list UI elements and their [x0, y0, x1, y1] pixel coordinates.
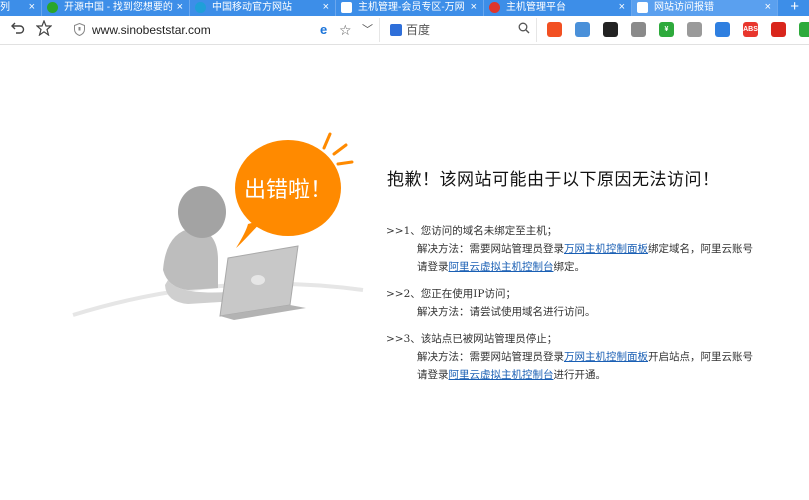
tab-close-icon[interactable]: × — [29, 0, 35, 15]
reason-heading: >>3、该站点已被网站管理员停止； — [386, 333, 558, 345]
error-page-favicon-icon — [637, 2, 648, 13]
reason-item-1: >>1、您访问的域名未绑定至主机； 解决方法：需要网站管理员登录万网主机控制面板… — [386, 222, 786, 276]
tab-close-icon[interactable]: × — [765, 0, 771, 15]
reason-heading: >>1、您访问的域名未绑定至主机； — [386, 225, 558, 237]
adblock-extension-icon[interactable]: ABS — [743, 22, 758, 37]
reason-item-3: >>3、该站点已被网站管理员停止； 解决方法：需要网站管理员登录万网主机控制面板… — [386, 330, 786, 384]
wanwang-control-panel-link[interactable]: 万网主机控制面板 — [564, 351, 648, 363]
tab-3[interactable]: 中国移动官方网站 × — [190, 0, 336, 16]
player-extension-icon[interactable] — [631, 22, 646, 37]
minus-circle-extension-icon[interactable] — [575, 22, 590, 37]
favorite-star-button[interactable] — [34, 19, 54, 40]
solution-text: 请登录 — [417, 369, 449, 381]
url-text[interactable]: www.sinobeststar.com — [92, 18, 211, 42]
solution-text: 开启站点，阿里云账号 — [648, 351, 753, 363]
oschina-favicon-icon — [47, 2, 58, 13]
baidu-paw-icon — [390, 24, 402, 36]
chevron-down-icon[interactable]: ﹀ — [362, 20, 373, 40]
solution-text: 解决方法：需要网站管理员登录 — [417, 243, 564, 255]
wanwang-control-panel-link[interactable]: 万网主机控制面板 — [564, 243, 648, 255]
tab-label: 开源中国 - 找到您想要的 — [64, 2, 173, 13]
search-box[interactable]: 百度 — [381, 18, 537, 42]
solution-text: 解决方法：需要网站管理员登录 — [417, 351, 564, 363]
security-shield-icon[interactable] — [74, 23, 85, 36]
tab-label: 网站访问报错 — [654, 2, 714, 13]
search-engine-label[interactable]: 百度 — [406, 18, 430, 42]
error-illustration: 出错啦！ — [72, 132, 364, 320]
bookmark-star-icon[interactable]: ☆ — [339, 20, 352, 40]
tab-1[interactable]: 列 × — [0, 0, 42, 16]
person-body — [163, 228, 218, 290]
solution-text: 绑定。 — [553, 261, 586, 273]
search-icon[interactable] — [518, 21, 530, 39]
tab-strip: 列 × 开源中国 - 找到您想要的 × 中国移动官方网站 × 主机管理-会员专区… — [0, 0, 809, 16]
tab-2[interactable]: 开源中国 - 找到您想要的 × — [42, 0, 190, 16]
tab-label: 主机管理平台 — [506, 2, 566, 13]
laptop-logo — [251, 275, 265, 285]
tab-label: 主机管理-会员专区-万网 — [358, 2, 465, 13]
reason-solution: 解决方法：请尝试使用域名进行访问。 — [386, 303, 786, 321]
flag-extension-icon[interactable] — [771, 22, 786, 37]
tab-6-active[interactable]: 网站访问报错 × — [632, 0, 778, 16]
person-head — [178, 186, 226, 238]
spark-line — [322, 132, 332, 150]
address-toolbar: www.sinobeststar.com e ☆ ﹀ 百度 ¥ ABS — [0, 16, 809, 45]
tab-close-icon[interactable]: × — [323, 0, 329, 15]
reason-item-2: >>2、您正在使用IP访问； 解决方法：请尝试使用域名进行访问。 — [386, 285, 786, 321]
spark-line — [336, 160, 354, 166]
triangle-extension-icon[interactable] — [687, 22, 702, 37]
tab-label: 中国移动官方网站 — [212, 2, 292, 13]
shield-extension-icon[interactable] — [715, 22, 730, 37]
spark-line — [332, 143, 348, 156]
yuan-extension-icon[interactable]: ¥ — [659, 22, 674, 37]
reason-solution: 解决方法：需要网站管理员登录万网主机控制面板开启站点，阿里云账号 请登录阿里云虚… — [386, 348, 786, 384]
china-mobile-favicon-icon — [195, 2, 206, 13]
aliyun-vhost-console-link[interactable]: 阿里云虚拟主机控制台 — [449, 261, 554, 273]
wanwang-favicon-icon — [341, 2, 352, 13]
tab-close-icon[interactable]: × — [177, 0, 183, 15]
solution-text: 解决方法：请尝试使用域名进行访问。 — [417, 306, 596, 318]
host-admin-favicon-icon — [489, 2, 500, 13]
tab-close-icon[interactable]: × — [471, 0, 477, 15]
solution-text: 绑定域名，阿里云账号 — [648, 243, 753, 255]
error-title: 抱歉！该网站可能由于以下原因无法访问！ — [387, 170, 720, 190]
ie-compat-mode-icon[interactable]: e — [320, 22, 327, 38]
tab-5[interactable]: 主机管理平台 × — [484, 0, 632, 16]
star-outline-icon — [35, 19, 53, 37]
reason-list: >>1、您访问的域名未绑定至主机； 解决方法：需要网站管理员登录万网主机控制面板… — [386, 222, 786, 393]
solution-text: 请登录 — [417, 261, 449, 273]
aliyun-vhost-console-link[interactable]: 阿里云虚拟主机控制台 — [449, 369, 554, 381]
undo-icon — [11, 22, 25, 34]
reason-solution: 解决方法：需要网站管理员登录万网主机控制面板绑定域名，阿里云账号 请登录阿里云虚… — [386, 240, 786, 276]
tab-close-icon[interactable]: × — [619, 0, 625, 15]
new-tab-button[interactable]: + — [790, 0, 799, 15]
tab-4[interactable]: 主机管理-会员专区-万网 × — [336, 0, 484, 16]
error-badge-text: 出错啦！ — [244, 178, 332, 203]
settings-extension-icon[interactable] — [603, 22, 618, 37]
reason-heading: >>2、您正在使用IP访问； — [386, 288, 516, 300]
grid-extension-icon[interactable] — [547, 22, 562, 37]
address-bar[interactable]: www.sinobeststar.com e ☆ ﹀ — [64, 18, 380, 42]
back-undo-button[interactable] — [8, 20, 28, 40]
solution-text: 进行开通。 — [553, 369, 607, 381]
tv-extension-icon[interactable] — [799, 22, 809, 37]
